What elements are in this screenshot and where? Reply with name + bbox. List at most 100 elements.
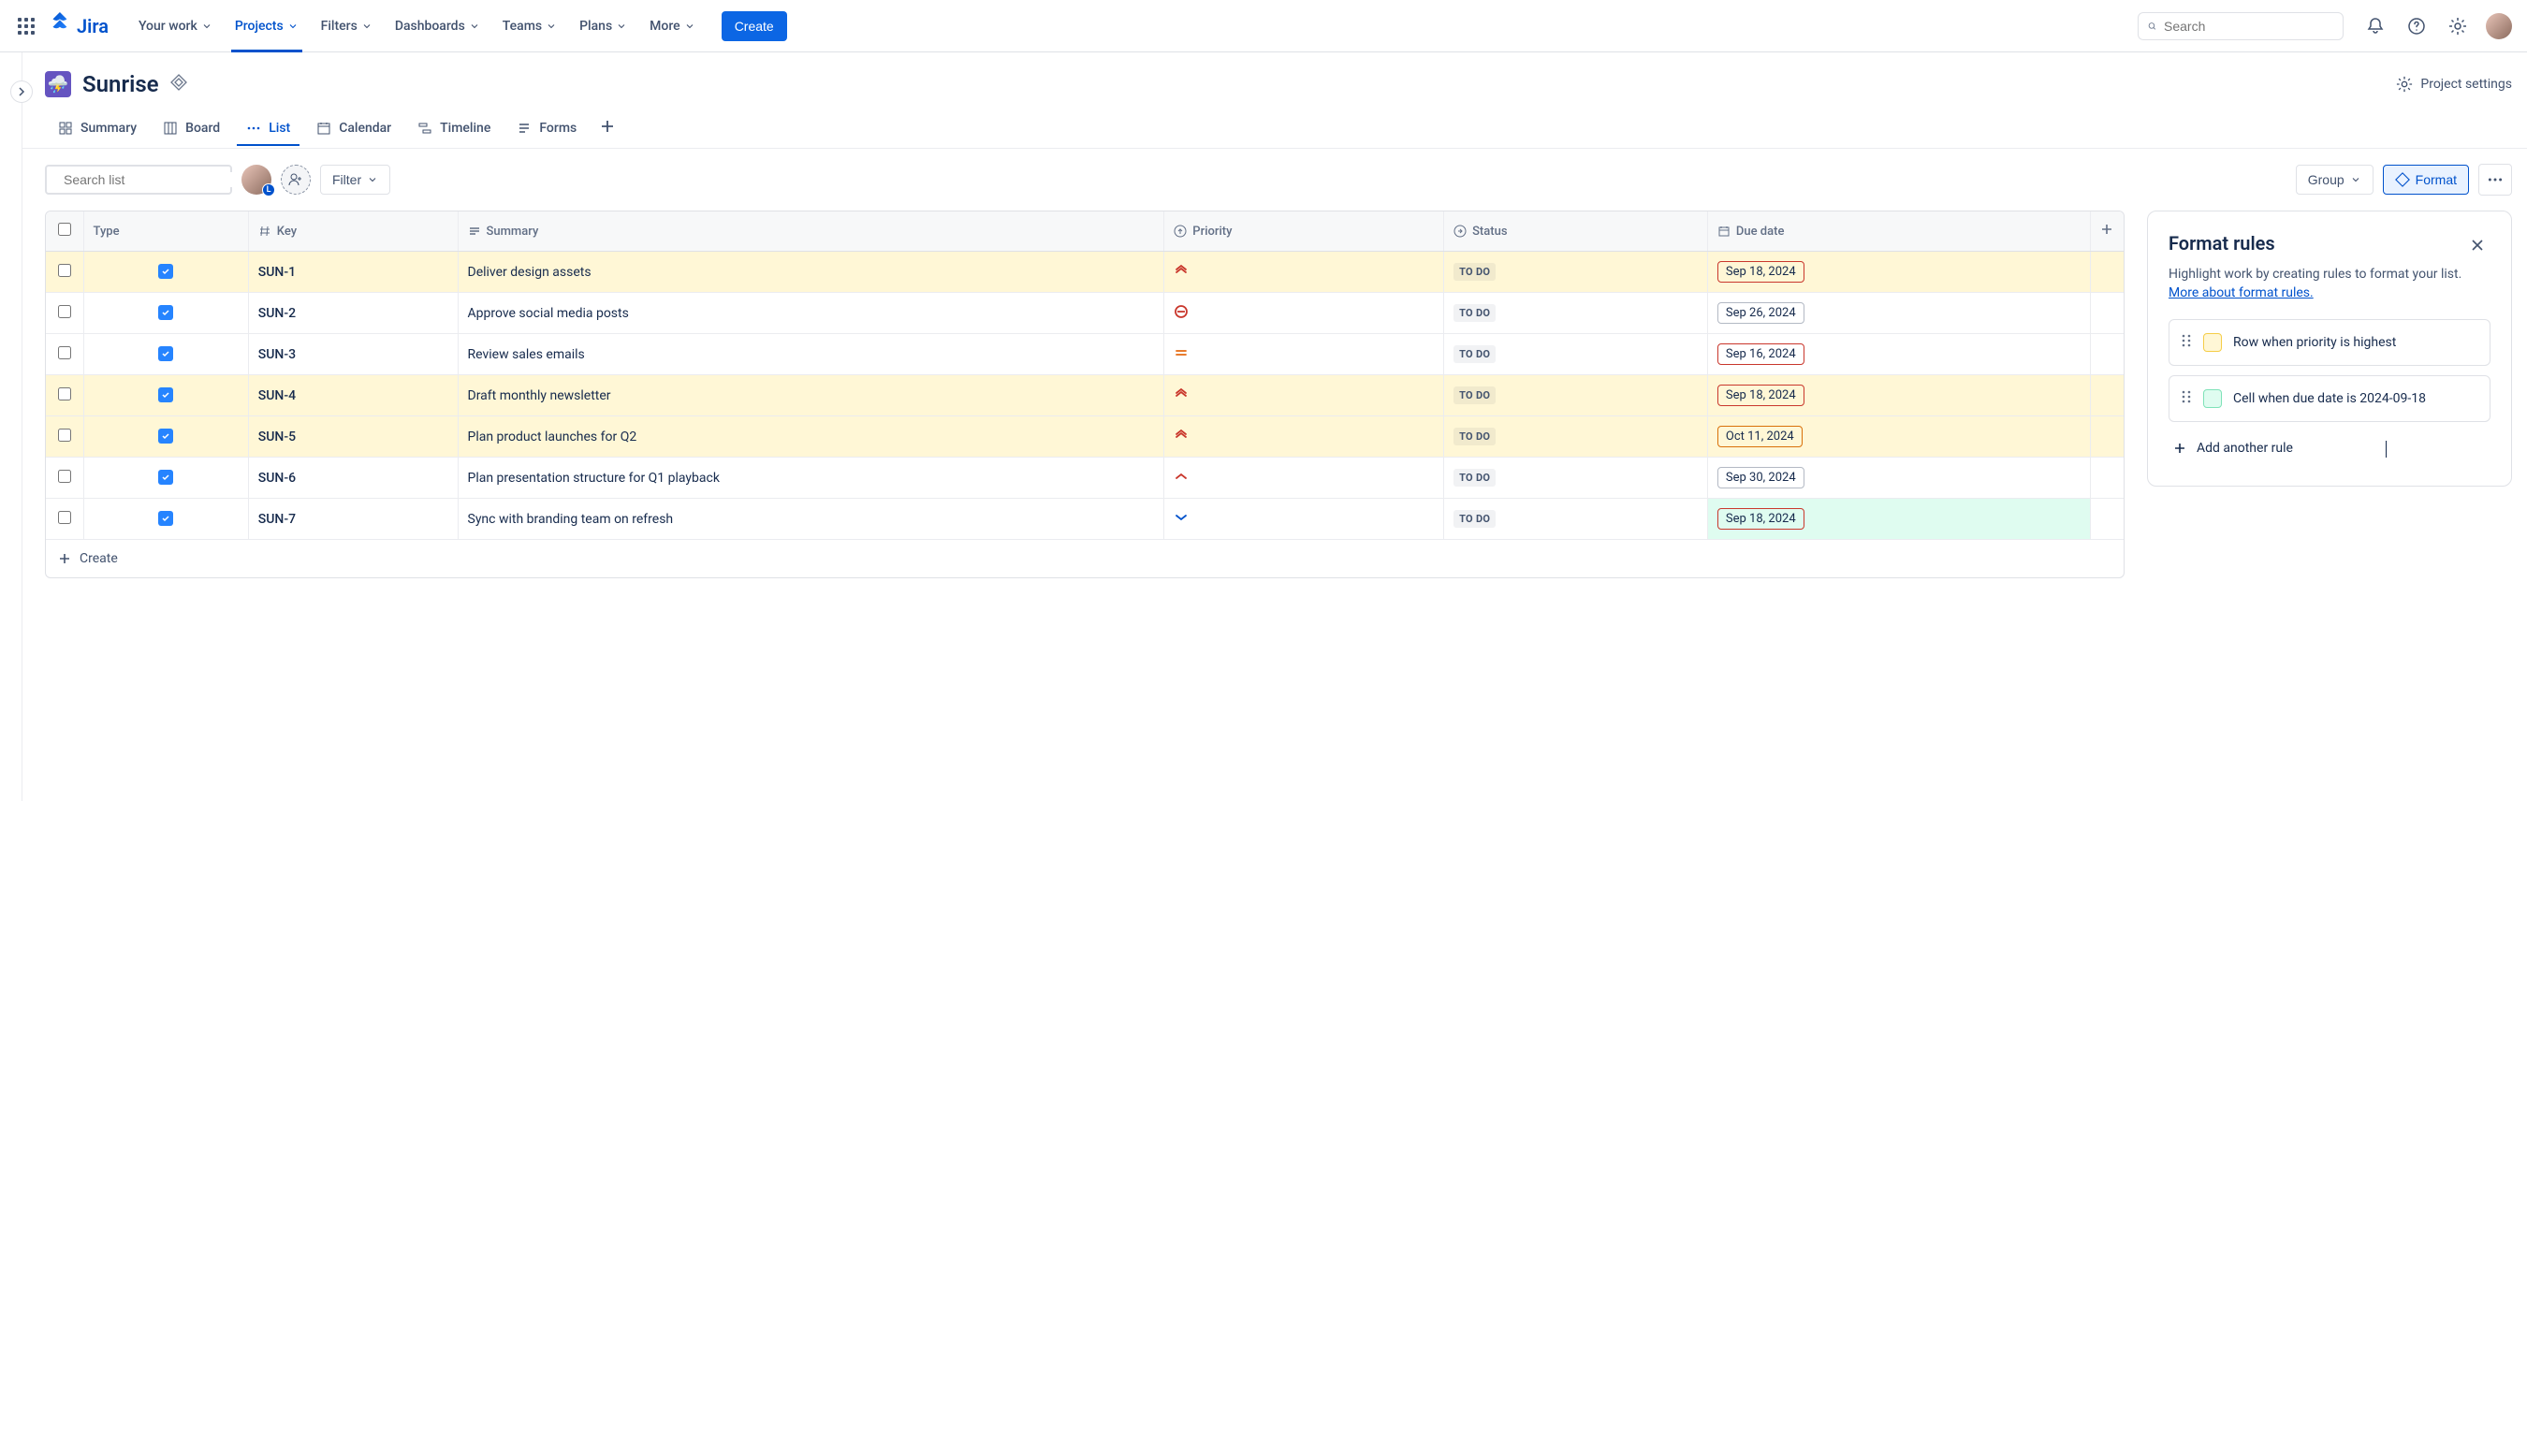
- tab-calendar[interactable]: Calendar: [303, 111, 404, 145]
- add-column-button[interactable]: [2090, 211, 2124, 252]
- row-checkbox[interactable]: [58, 387, 71, 400]
- issue-summary[interactable]: Plan product launches for Q2: [458, 416, 1164, 458]
- tab-timeline[interactable]: Timeline: [404, 111, 504, 145]
- create-button[interactable]: Create: [722, 11, 787, 41]
- issue-summary[interactable]: Approve social media posts: [458, 293, 1164, 334]
- more-actions-button[interactable]: [2478, 164, 2512, 196]
- app-switcher-icon[interactable]: [15, 15, 37, 37]
- nav-filters[interactable]: Filters: [310, 0, 384, 52]
- row-checkbox[interactable]: [58, 511, 71, 524]
- table-row[interactable]: SUN-3 Review sales emails TO DOSep 16, 202…: [46, 334, 2124, 375]
- col-key[interactable]: Key: [248, 211, 458, 252]
- due-date-cell[interactable]: Oct 11, 2024: [1707, 416, 2090, 458]
- issue-summary[interactable]: Deliver design assets: [458, 252, 1164, 293]
- expand-sidebar-button[interactable]: [10, 80, 33, 103]
- row-checkbox[interactable]: [58, 470, 71, 483]
- status-cell[interactable]: TO DO: [1444, 416, 1708, 458]
- issue-key[interactable]: SUN-7: [258, 512, 296, 527]
- tab-list[interactable]: List: [233, 111, 303, 145]
- nav-more[interactable]: More: [638, 0, 707, 52]
- priority-cell[interactable]: [1164, 293, 1444, 334]
- settings-icon[interactable]: [2445, 13, 2471, 39]
- row-checkbox[interactable]: [58, 264, 71, 277]
- table-row[interactable]: SUN-6 Plan presentation structure for Q1 …: [46, 458, 2124, 499]
- issue-key[interactable]: SUN-1: [258, 265, 296, 280]
- notifications-icon[interactable]: [2362, 13, 2388, 39]
- status-cell[interactable]: TO DO: [1444, 252, 1708, 293]
- add-view-button[interactable]: [590, 109, 625, 148]
- col-select[interactable]: [46, 211, 83, 252]
- status-cell[interactable]: TO DO: [1444, 293, 1708, 334]
- automation-icon[interactable]: [170, 74, 187, 95]
- priority-cell[interactable]: [1164, 252, 1444, 293]
- learn-more-link[interactable]: More about format rules.: [2169, 285, 2314, 300]
- drag-handle-icon[interactable]: [2181, 389, 2192, 408]
- search-list-input[interactable]: [64, 172, 233, 187]
- priority-cell[interactable]: [1164, 458, 1444, 499]
- global-search-input[interactable]: [2164, 19, 2333, 34]
- create-issue-row[interactable]: Create: [46, 540, 2124, 577]
- row-checkbox[interactable]: [58, 429, 71, 442]
- issue-key[interactable]: SUN-6: [258, 471, 296, 486]
- issue-key[interactable]: SUN-2: [258, 306, 296, 321]
- table-row[interactable]: SUN-5 Plan product launches for Q2 TO DOOc…: [46, 416, 2124, 458]
- row-checkbox[interactable]: [58, 346, 71, 359]
- status-cell[interactable]: TO DO: [1444, 458, 1708, 499]
- table-row[interactable]: SUN-2 Approve social media posts TO DOSep …: [46, 293, 2124, 334]
- nav-dashboards[interactable]: Dashboards: [384, 0, 491, 52]
- due-date-cell[interactable]: Sep 30, 2024: [1707, 458, 2090, 499]
- row-checkbox[interactable]: [58, 305, 71, 318]
- due-date-cell[interactable]: Sep 18, 2024: [1707, 252, 2090, 293]
- priority-cell[interactable]: [1164, 334, 1444, 375]
- global-search[interactable]: [2138, 12, 2344, 40]
- issue-summary[interactable]: Plan presentation structure for Q1 playb…: [458, 458, 1164, 499]
- priority-cell[interactable]: [1164, 416, 1444, 458]
- help-icon[interactable]: [2403, 13, 2430, 39]
- tab-board[interactable]: Board: [150, 111, 233, 145]
- table-row[interactable]: SUN-7 Sync with branding team on refresh T…: [46, 499, 2124, 540]
- search-list[interactable]: [45, 165, 232, 195]
- add-rule-button[interactable]: Add another rule: [2169, 431, 2490, 465]
- status-cell[interactable]: TO DO: [1444, 334, 1708, 375]
- issue-summary[interactable]: Review sales emails: [458, 334, 1164, 375]
- due-date-cell[interactable]: Sep 26, 2024: [1707, 293, 2090, 334]
- group-button[interactable]: Group: [2296, 165, 2374, 195]
- status-cell[interactable]: TO DO: [1444, 499, 1708, 540]
- assignee-filter-avatar[interactable]: L: [241, 165, 271, 195]
- format-rule-2[interactable]: Cell when due date is 2024-09-18: [2169, 375, 2490, 422]
- format-rule-1[interactable]: Row when priority is highest: [2169, 319, 2490, 366]
- status-cell[interactable]: TO DO: [1444, 375, 1708, 416]
- select-all-checkbox[interactable]: [58, 223, 71, 236]
- user-avatar[interactable]: [2486, 13, 2512, 39]
- jira-logo[interactable]: Jira: [49, 12, 109, 39]
- col-type[interactable]: Type: [83, 211, 248, 252]
- filter-button[interactable]: Filter: [320, 165, 390, 195]
- issue-summary[interactable]: Draft monthly newsletter: [458, 375, 1164, 416]
- nav-projects[interactable]: Projects: [224, 0, 310, 52]
- project-settings-link[interactable]: Project settings: [2396, 76, 2512, 93]
- priority-cell[interactable]: [1164, 499, 1444, 540]
- col-status[interactable]: Status: [1444, 211, 1708, 252]
- issue-key[interactable]: SUN-4: [258, 388, 296, 403]
- close-panel-button[interactable]: [2464, 232, 2490, 258]
- add-people-button[interactable]: [281, 165, 311, 195]
- issue-key[interactable]: SUN-3: [258, 347, 296, 362]
- drag-handle-icon[interactable]: [2181, 333, 2192, 352]
- nav-your-work[interactable]: Your work: [127, 0, 224, 52]
- issue-key[interactable]: SUN-5: [258, 430, 296, 444]
- due-date-cell[interactable]: Sep 18, 2024: [1707, 499, 2090, 540]
- priority-cell[interactable]: [1164, 375, 1444, 416]
- issue-summary[interactable]: Sync with branding team on refresh: [458, 499, 1164, 540]
- tab-forms[interactable]: Forms: [504, 111, 590, 145]
- col-summary[interactable]: Summary: [458, 211, 1164, 252]
- table-row[interactable]: SUN-4 Draft monthly newsletter TO DOSep 18…: [46, 375, 2124, 416]
- format-button[interactable]: Format: [2383, 165, 2469, 195]
- table-row[interactable]: SUN-1 Deliver design assets TO DOSep 18, 2…: [46, 252, 2124, 293]
- nav-plans[interactable]: Plans: [568, 0, 638, 52]
- nav-teams[interactable]: Teams: [491, 0, 568, 52]
- tab-summary[interactable]: Summary: [45, 111, 150, 145]
- col-due-date[interactable]: Due date: [1707, 211, 2090, 252]
- due-date-cell[interactable]: Sep 16, 2024: [1707, 334, 2090, 375]
- due-date-cell[interactable]: Sep 18, 2024: [1707, 375, 2090, 416]
- col-priority[interactable]: Priority: [1164, 211, 1444, 252]
